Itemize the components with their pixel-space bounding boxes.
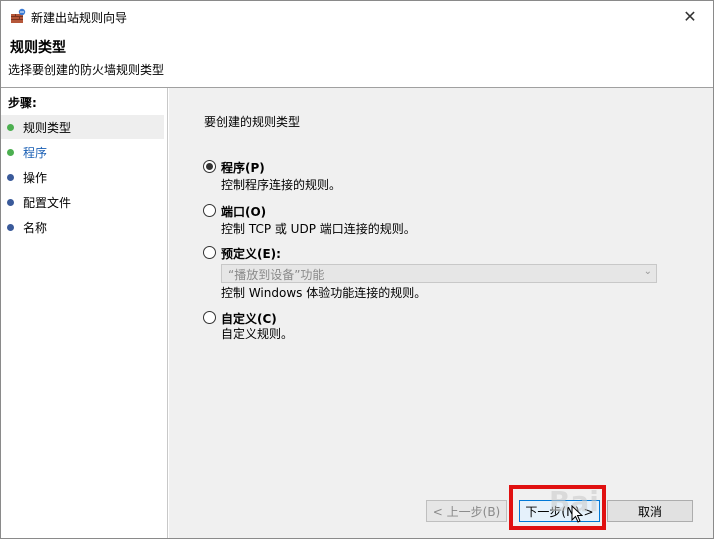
step-item-name[interactable]: 名称 <box>1 215 164 239</box>
option-label[interactable]: 端口(O) <box>221 203 266 220</box>
predefined-select-value: “播放到设备”功能 <box>228 268 325 282</box>
cancel-button[interactable]: 取消 <box>607 500 693 522</box>
step-status-icon <box>7 198 14 206</box>
step-status-icon <box>7 148 14 156</box>
step-status-icon <box>7 123 14 131</box>
option-label[interactable]: 程序(P) <box>221 159 265 176</box>
option-description: 控制 TCP 或 UDP 端口连接的规则。 <box>221 222 416 236</box>
chevron-down-icon: ⌄ <box>643 266 652 277</box>
step-label: 程序 <box>23 145 48 160</box>
option-description: 控制 Windows 体验功能连接的规则。 <box>221 286 427 300</box>
back-button[interactable]: < 上一步(B) <box>426 500 507 522</box>
option-predefined[interactable]: 预定义(E): <box>203 245 281 262</box>
step-item-profile[interactable]: 配置文件 <box>1 190 164 214</box>
wizard-content: 要创建的规则类型 程序(P) 控制程序连接的规则。 端口(O) 控制 TCP 或… <box>169 88 713 538</box>
step-label: 配置文件 <box>23 195 72 210</box>
wizard-window: 新建出站规则向导 ✕ 规则类型 选择要创建的防火墙规则类型 步骤: 规则类型 程… <box>0 0 714 539</box>
step-label: 操作 <box>23 170 48 185</box>
option-description: 控制程序连接的规则。 <box>221 178 342 192</box>
page-subtitle: 选择要创建的防火墙规则类型 <box>8 63 165 77</box>
option-program[interactable]: 程序(P) <box>203 159 265 176</box>
step-item-action[interactable]: 操作 <box>1 165 164 189</box>
steps-sidebar: 步骤: 规则类型 程序 操作 配置文件 名称 <box>1 88 168 538</box>
close-button[interactable]: ✕ <box>667 1 713 31</box>
step-label: 规则类型 <box>23 120 72 135</box>
step-item-program[interactable]: 程序 <box>1 140 164 164</box>
step-status-icon <box>7 223 14 231</box>
rule-type-prompt: 要创建的规则类型 <box>204 115 301 129</box>
radio-program[interactable] <box>203 160 216 173</box>
wizard-header: 规则类型 选择要创建的防火墙规则类型 <box>1 31 713 87</box>
predefined-select[interactable]: “播放到设备”功能 ⌄ <box>221 264 657 283</box>
steps-heading: 步骤: <box>8 96 37 110</box>
step-status-icon <box>7 173 14 181</box>
close-icon: ✕ <box>683 6 697 26</box>
radio-predefined[interactable] <box>203 246 216 259</box>
page-title: 规则类型 <box>10 40 66 56</box>
option-port[interactable]: 端口(O) <box>203 203 266 220</box>
option-label[interactable]: 预定义(E): <box>221 245 281 262</box>
option-description: 自定义规则。 <box>221 327 294 341</box>
window-title: 新建出站规则向导 <box>31 11 128 25</box>
firewall-icon <box>10 8 26 24</box>
step-item-rule-type[interactable]: 规则类型 <box>1 115 164 139</box>
step-label: 名称 <box>23 220 48 235</box>
radio-custom[interactable] <box>203 311 216 324</box>
title-bar: 新建出站规则向导 ✕ <box>1 1 713 31</box>
radio-port[interactable] <box>203 204 216 217</box>
